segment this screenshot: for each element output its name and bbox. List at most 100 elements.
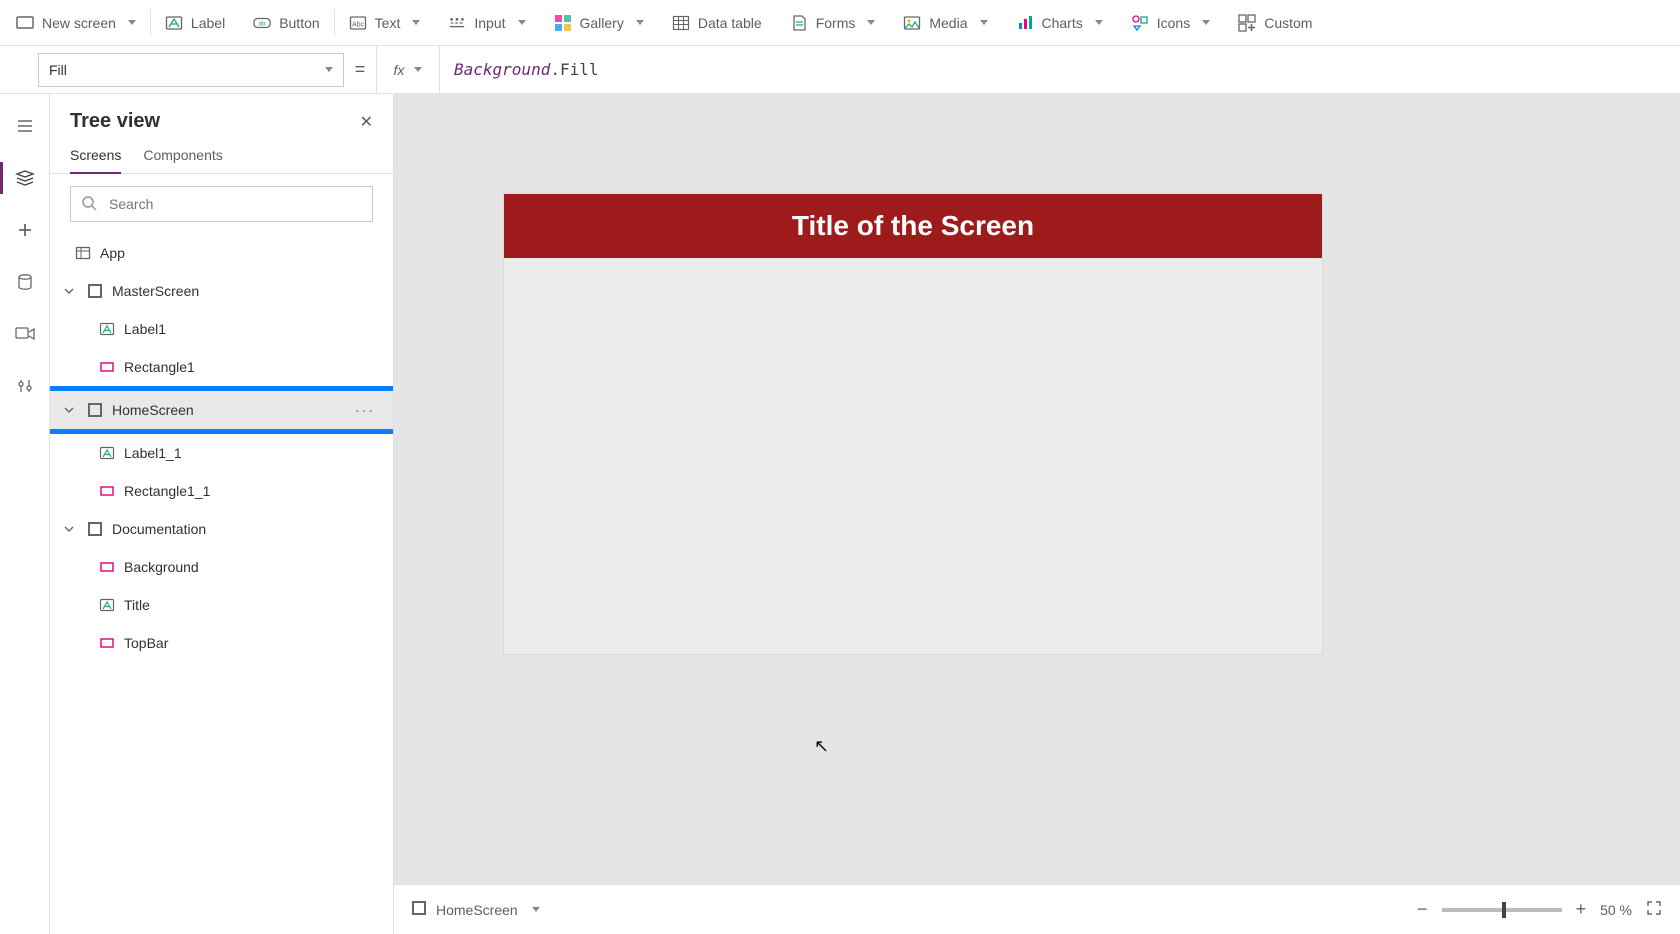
close-panel-button[interactable]: ✕ [360, 112, 373, 132]
custom-icon [1238, 14, 1256, 32]
media-button[interactable]: Media [889, 0, 1001, 45]
forms-button[interactable]: Forms [776, 0, 890, 45]
tab-screens-label: Screens [70, 147, 121, 163]
chevron-down-icon [867, 20, 875, 25]
tab-screens[interactable]: Screens [70, 139, 121, 173]
tree-node-homescreen[interactable]: HomeScreen ··· [50, 391, 393, 429]
search-input[interactable] [107, 195, 362, 213]
search-icon [81, 195, 97, 214]
tree-node-label: TopBar [124, 635, 383, 651]
formula-input[interactable]: Background.Fill [440, 46, 1680, 93]
search-box[interactable] [70, 186, 373, 222]
chevron-down-icon [414, 67, 422, 72]
tree-node-app[interactable]: App [50, 234, 393, 272]
tree-node-label: HomeScreen [112, 402, 347, 418]
button-button[interactable]: ab Button [239, 0, 333, 45]
tree-node-documentation[interactable]: Documentation [50, 510, 393, 548]
media-label: Media [929, 15, 967, 31]
fit-screen-button[interactable] [1646, 900, 1662, 919]
more-options-button[interactable]: ··· [355, 402, 383, 418]
label-button[interactable]: Label [151, 0, 239, 45]
charts-label: Charts [1042, 15, 1083, 31]
new-screen-button[interactable]: New screen [2, 0, 150, 45]
property-selector-value: Fill [49, 62, 67, 78]
tree-node-label: Background [124, 559, 383, 575]
screen-icon [412, 901, 426, 918]
chevron-down-icon [412, 20, 420, 25]
advanced-tools-button[interactable] [0, 360, 50, 412]
data-table-button[interactable]: Data table [658, 0, 776, 45]
screen-icon [86, 520, 104, 538]
rectangle-icon [98, 482, 116, 500]
media-rail-button[interactable] [0, 308, 50, 360]
gallery-icon [554, 14, 572, 32]
icons-icon [1131, 14, 1149, 32]
preview-topbar[interactable]: Title of the Screen [504, 194, 1322, 258]
tree-node-label: Label1 [124, 321, 383, 337]
equals-sign: = [344, 59, 376, 80]
gallery-button[interactable]: Gallery [540, 0, 658, 45]
svg-text:ab: ab [259, 20, 267, 27]
chevron-down-icon [1095, 20, 1103, 25]
formula-token-dot: . [550, 60, 560, 79]
chevron-down-icon[interactable] [532, 907, 540, 912]
data-button[interactable] [0, 256, 50, 308]
button-label: Button [279, 15, 319, 31]
cursor-icon: ↖ [814, 736, 829, 757]
media-icon [903, 14, 921, 32]
label-icon [98, 596, 116, 614]
label-label: Label [191, 15, 225, 31]
tree-node-label: App [100, 245, 383, 261]
hamburger-button[interactable] [0, 100, 50, 152]
forms-icon [790, 14, 808, 32]
tree-node-label1-1[interactable]: Label1_1 [50, 434, 393, 472]
label-icon [98, 444, 116, 462]
tab-components[interactable]: Components [143, 139, 222, 173]
tree-node-topbar[interactable]: TopBar [50, 624, 393, 662]
tree-node-label: MasterScreen [112, 283, 383, 299]
tree-node-homescreen-highlight: HomeScreen ··· [50, 386, 393, 434]
chevron-down-icon[interactable] [60, 286, 78, 296]
zoom-slider[interactable] [1442, 908, 1562, 912]
data-table-icon [672, 14, 690, 32]
formula-token-prop: Fill [560, 60, 599, 79]
tree-view-button[interactable] [0, 152, 50, 204]
tree-node-title[interactable]: Title [50, 586, 393, 624]
fx-button[interactable]: fx [376, 46, 440, 94]
property-selector[interactable]: Fill [38, 53, 344, 87]
tree-node-label: Title [124, 597, 383, 613]
zoom-in-button[interactable]: + [1576, 899, 1587, 920]
tree-node-background[interactable]: Background [50, 548, 393, 586]
zoom-value: 50 % [1600, 902, 1632, 918]
rectangle-icon [98, 358, 116, 376]
tree-node-rectangle1[interactable]: Rectangle1 [50, 348, 393, 386]
label-icon [98, 320, 116, 338]
canvas-column: Title of the Screen ↖ HomeScreen − + 50 … [394, 94, 1680, 934]
app-icon [74, 244, 92, 262]
chevron-down-icon [980, 20, 988, 25]
charts-button[interactable]: Charts [1002, 0, 1117, 45]
tree-list: App MasterScreen Label1 Rectan [50, 234, 393, 934]
chevron-down-icon[interactable] [60, 524, 78, 534]
tree-node-rectangle1-1[interactable]: Rectangle1_1 [50, 472, 393, 510]
input-label: Input [474, 15, 505, 31]
custom-label: Custom [1264, 15, 1312, 31]
charts-icon [1016, 14, 1034, 32]
canvas[interactable]: Title of the Screen ↖ [394, 94, 1680, 884]
app-preview-screen[interactable]: Title of the Screen [504, 194, 1322, 654]
tree-node-label1[interactable]: Label1 [50, 310, 393, 348]
custom-button[interactable]: Custom [1224, 0, 1326, 45]
input-button[interactable]: Input [434, 0, 539, 45]
data-table-label: Data table [698, 15, 762, 31]
text-button[interactable]: Abc Text [335, 0, 435, 45]
chevron-down-icon [128, 20, 136, 25]
tree-node-label: Rectangle1 [124, 359, 383, 375]
icons-button[interactable]: Icons [1117, 0, 1224, 45]
chevron-down-icon [636, 20, 644, 25]
tree-node-masterscreen[interactable]: MasterScreen [50, 272, 393, 310]
chevron-down-icon[interactable] [60, 405, 78, 415]
input-icon [448, 14, 466, 32]
insert-button[interactable] [0, 204, 50, 256]
zoom-out-button[interactable]: − [1417, 899, 1428, 920]
text-icon: Abc [349, 14, 367, 32]
